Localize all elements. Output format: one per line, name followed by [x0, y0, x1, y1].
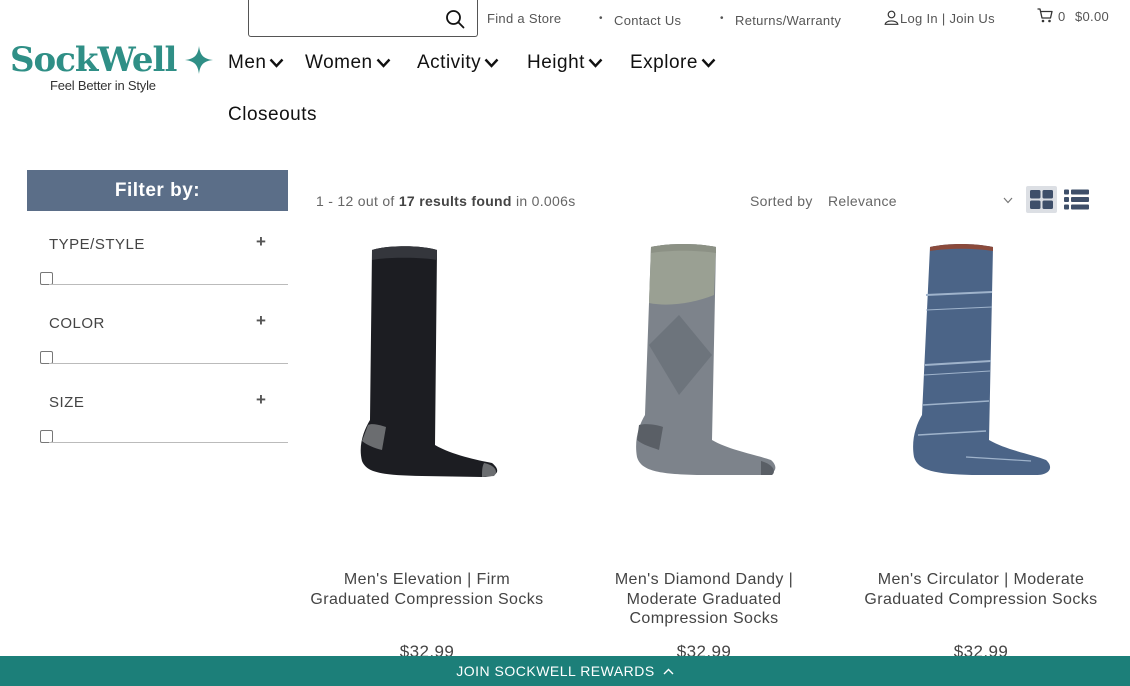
divider	[49, 363, 288, 364]
expand-plus-icon[interactable]: +	[256, 311, 266, 331]
contact-us-link[interactable]: Contact Us	[614, 13, 681, 28]
divider	[49, 442, 288, 443]
expand-plus-icon[interactable]: +	[256, 232, 266, 252]
expand-plus-icon[interactable]: +	[256, 390, 266, 410]
nav-closeouts[interactable]: Closeouts	[228, 104, 317, 126]
product-name[interactable]: Men's Elevation | Firm Graduated Compres…	[302, 570, 552, 609]
chevron-down-icon[interactable]	[1003, 197, 1013, 204]
divider	[49, 284, 288, 285]
product-name[interactable]: Men's Circulator | Moderate Graduated Co…	[856, 570, 1106, 609]
cart-count[interactable]: 0	[1058, 9, 1066, 24]
filter-size[interactable]: SIZE +	[27, 390, 288, 474]
results-range: 1 - 12 out of	[316, 193, 395, 209]
sort-label: Sorted by	[750, 193, 813, 209]
search-box[interactable]	[248, 0, 478, 37]
cart-icon[interactable]	[1037, 8, 1053, 23]
product-name[interactable]: Men's Diamond Dandy | Moderate Graduated…	[579, 570, 829, 629]
sort-select[interactable]: Relevance	[828, 193, 897, 209]
nav-label: Activity	[417, 52, 482, 73]
sockwell-logo[interactable]: SockWell Feel Better in Style	[10, 40, 220, 96]
separator-dot: •	[599, 13, 603, 24]
product-image[interactable]	[579, 235, 829, 495]
nav-explore[interactable]: Explore	[630, 52, 716, 74]
cart-total[interactable]: $0.00	[1075, 9, 1109, 24]
nav-men[interactable]: Men	[228, 52, 284, 74]
rewards-label: JOIN SOCKWELL REWARDS	[456, 663, 655, 679]
search-input[interactable]	[257, 0, 442, 35]
chevron-down-icon	[270, 58, 284, 68]
filter-title[interactable]: TYPE/STYLE	[49, 236, 145, 253]
nav-label: Height	[527, 52, 585, 73]
separator-dot: •	[720, 13, 724, 24]
chevron-up-icon	[663, 668, 674, 674]
grid-icon	[1030, 190, 1053, 209]
product-image[interactable]	[856, 235, 1106, 495]
nav-label: Men	[228, 52, 267, 73]
chevron-down-icon	[484, 58, 499, 68]
nav-height[interactable]: Height	[527, 52, 603, 74]
filter-header: Filter by:	[27, 170, 288, 211]
list-view-icon[interactable]	[1064, 189, 1089, 210]
logo-tagline: Feel Better in Style	[50, 78, 156, 93]
account-icon[interactable]	[884, 10, 899, 25]
find-store-link[interactable]: Find a Store	[487, 11, 561, 26]
nav-women[interactable]: Women	[305, 52, 391, 74]
filter-color[interactable]: COLOR +	[27, 311, 288, 395]
chevron-down-icon	[701, 58, 716, 68]
results-time: in 0.006s	[515, 193, 576, 209]
rewards-bar[interactable]: JOIN SOCKWELL REWARDS	[0, 656, 1130, 686]
grid-view-button[interactable]	[1026, 186, 1057, 213]
filter-type-style[interactable]: TYPE/STYLE +	[27, 232, 288, 316]
results-count: 1 - 12 out of 17 results found in 0.006s	[316, 193, 576, 209]
sparkle-icon	[185, 46, 213, 74]
nav-label: Explore	[630, 52, 698, 73]
login-join-link[interactable]: Log In | Join Us	[900, 11, 995, 26]
filter-title[interactable]: COLOR	[49, 315, 105, 332]
chevron-down-icon	[376, 58, 391, 68]
nav-label: Women	[305, 52, 373, 73]
returns-link[interactable]: Returns/Warranty	[735, 13, 841, 28]
search-icon[interactable]	[445, 9, 465, 29]
chevron-down-icon	[588, 58, 603, 68]
product-image[interactable]	[302, 235, 552, 495]
nav-activity[interactable]: Activity	[417, 52, 499, 74]
results-total: 17 results found	[398, 193, 512, 209]
filter-title[interactable]: SIZE	[49, 394, 84, 411]
